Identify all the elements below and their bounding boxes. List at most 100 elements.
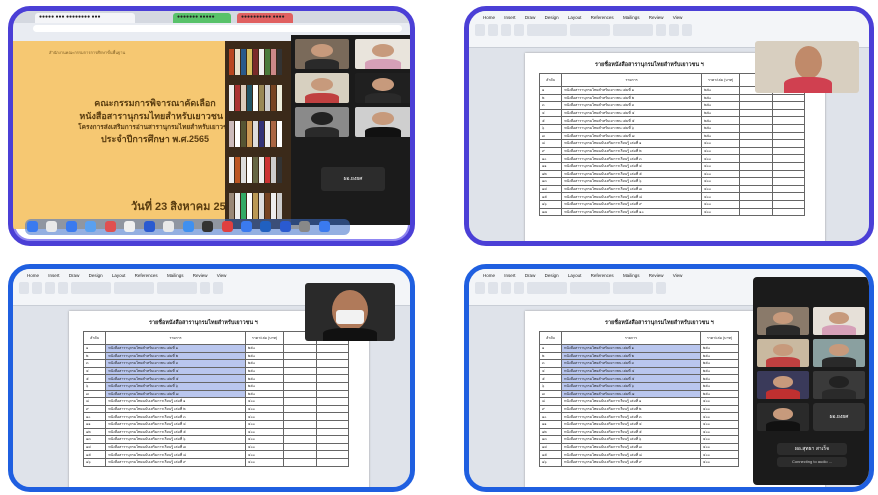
slide-date: วันที่ 23 สิงหาคม 2565 xyxy=(131,201,238,213)
cell-price: ๔๐๐ xyxy=(700,139,741,148)
ribbon-tab[interactable]: View xyxy=(673,15,683,20)
address-bar[interactable] xyxy=(33,25,402,32)
cell-item: หนังสือสารานุกรมไทยฉบับเสริมการเรียนรู้ … xyxy=(105,419,246,429)
ribbon-tab[interactable]: Review xyxy=(649,273,664,278)
ribbon-tab[interactable]: Design xyxy=(545,15,559,20)
ribbon-button[interactable] xyxy=(656,24,666,36)
ribbon-button[interactable] xyxy=(58,282,68,294)
app-icon[interactable] xyxy=(143,221,155,232)
cell-price: ๔๐๐ xyxy=(699,404,740,414)
app-icon[interactable] xyxy=(260,221,272,232)
app-icon[interactable] xyxy=(240,221,252,232)
ribbon-button[interactable] xyxy=(213,282,223,294)
cell-index: ๑๔ xyxy=(538,442,563,452)
browser-tab[interactable]: ●●●●● ●●● ●●●●●●●● ●●● xyxy=(35,13,135,23)
ribbon-tab[interactable]: Home xyxy=(483,273,495,278)
ribbon-button[interactable] xyxy=(157,282,197,294)
cell-empty xyxy=(771,169,806,179)
ribbon-button[interactable] xyxy=(527,24,567,36)
ribbon-tab[interactable]: Insert xyxy=(48,273,59,278)
ribbon-tab[interactable]: Design xyxy=(545,273,559,278)
ribbon-tab[interactable]: Mailings xyxy=(623,273,640,278)
ribbon-tab[interactable]: Home xyxy=(27,273,39,278)
ribbon-tab[interactable]: Draw xyxy=(69,273,80,278)
app-icon[interactable] xyxy=(65,221,77,232)
ribbon-tab[interactable]: Insert xyxy=(504,273,515,278)
ribbon-button[interactable] xyxy=(570,24,610,36)
cell-empty xyxy=(315,412,350,421)
ribbon-tab[interactable]: Home xyxy=(483,15,495,20)
app-icon[interactable] xyxy=(124,221,136,232)
cell-item: หนังสือสารานุกรมไทยฉบับเสริมการเรียนรู้ … xyxy=(105,450,246,459)
ribbon-button[interactable] xyxy=(71,282,111,294)
ribbon-tab[interactable]: Draw xyxy=(525,15,536,20)
ribbon-tab[interactable]: Layout xyxy=(112,273,126,278)
ribbon-tab[interactable]: Draw xyxy=(525,273,536,278)
ribbon-tab[interactable]: View xyxy=(217,273,227,278)
ribbon-button[interactable] xyxy=(200,282,210,294)
ribbon-tab[interactable]: Design xyxy=(89,273,103,278)
ribbon-tab[interactable]: References xyxy=(591,15,614,20)
cell-index: ๑ xyxy=(82,344,107,353)
app-icon[interactable] xyxy=(221,221,233,232)
ribbon-button[interactable] xyxy=(19,282,29,294)
cell-index: ๔ xyxy=(82,366,107,376)
ribbon-button[interactable] xyxy=(613,282,653,294)
ribbon-tab[interactable]: Mailings xyxy=(623,15,640,20)
ribbon-button[interactable] xyxy=(488,282,498,294)
ribbon-button[interactable] xyxy=(501,24,511,36)
table-header: รายการ xyxy=(561,331,701,345)
ribbon-button[interactable] xyxy=(682,24,692,36)
ribbon-button[interactable] xyxy=(514,24,524,36)
ribbon-tab[interactable]: Mailings xyxy=(167,273,184,278)
ribbon-tab[interactable]: Insert xyxy=(504,15,515,20)
cell-price: ๔๐๐ xyxy=(699,419,740,429)
ribbon-tab[interactable]: References xyxy=(135,273,158,278)
ribbon-button[interactable] xyxy=(669,24,679,36)
cell-item: หนังสือสารานุกรมไทยฉบับเสริมการเรียนรู้ … xyxy=(561,404,701,414)
app-icon[interactable] xyxy=(27,221,38,232)
app-icon[interactable] xyxy=(299,221,311,232)
cell-index: ๘ xyxy=(538,139,563,148)
browser-tab[interactable]: ●●●●●●● ●●●●● xyxy=(173,13,231,23)
cell-index: ๑๒ xyxy=(538,427,563,437)
app-icon[interactable] xyxy=(104,221,116,232)
cell-index: ๑๐ xyxy=(538,154,563,163)
ribbon-button[interactable] xyxy=(570,282,610,294)
ribbon-button[interactable] xyxy=(32,282,42,294)
cell-price: ๔๐๐ xyxy=(700,146,741,156)
cell-empty xyxy=(771,199,806,209)
cell-index: ๑๑ xyxy=(538,161,563,171)
app-icon[interactable] xyxy=(46,221,58,232)
document-title: รายชื่อหนังสือสารานุกรมไทยสำหรับเยาวชน ฯ xyxy=(605,320,714,326)
app-icon[interactable] xyxy=(279,221,291,232)
ribbon-tab[interactable]: References xyxy=(591,273,614,278)
ribbon-tab[interactable]: Review xyxy=(193,273,208,278)
ribbon-button[interactable] xyxy=(114,282,154,294)
ribbon-tab[interactable]: View xyxy=(673,273,683,278)
cell-item: หนังสือสารานุกรมไทยสำหรับเยาวชน เล่มที่ … xyxy=(105,351,246,361)
ribbon-button[interactable] xyxy=(475,24,485,36)
app-icon[interactable] xyxy=(85,221,97,232)
ribbon-tab[interactable]: Layout xyxy=(568,273,582,278)
cell-empty xyxy=(315,427,350,437)
ribbon-button[interactable] xyxy=(45,282,55,294)
app-icon[interactable] xyxy=(202,221,214,232)
participant-video xyxy=(757,403,809,431)
ribbon-tab[interactable]: Review xyxy=(649,15,664,20)
cell-empty xyxy=(283,381,317,391)
ribbon-button[interactable] xyxy=(656,282,666,294)
ribbon-button[interactable] xyxy=(488,24,498,36)
app-icon[interactable] xyxy=(182,221,194,232)
cell-index: ๑๐ xyxy=(82,412,107,421)
ribbon-button[interactable] xyxy=(527,282,567,294)
browser-tab[interactable]: ●●●●●●●●●● ●●●● xyxy=(237,13,293,23)
app-icon[interactable] xyxy=(318,221,330,232)
ribbon-button[interactable] xyxy=(501,282,511,294)
ribbon-tab[interactable]: Layout xyxy=(568,15,582,20)
ribbon-button[interactable] xyxy=(613,24,653,36)
cell-empty xyxy=(315,381,350,391)
ribbon-button[interactable] xyxy=(514,282,524,294)
ribbon-button[interactable] xyxy=(475,282,485,294)
app-icon[interactable] xyxy=(163,221,175,232)
